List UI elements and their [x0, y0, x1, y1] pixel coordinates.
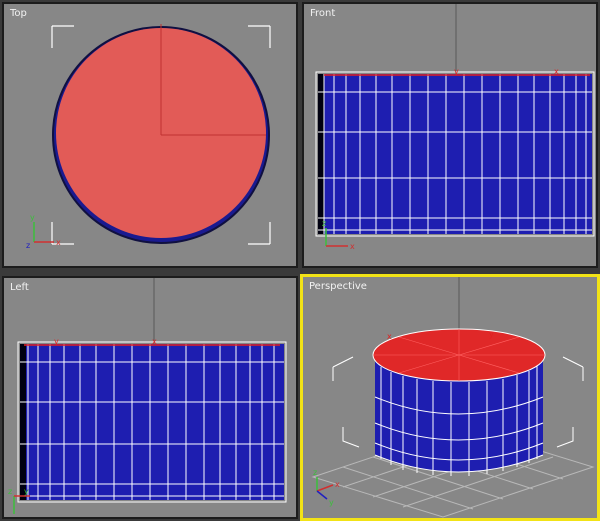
svg-text:z: z — [8, 487, 12, 496]
svg-text:x: x — [350, 242, 355, 251]
viewport-left-canvas[interactable]: x y z y — [4, 278, 298, 519]
viewport-top-canvas[interactable]: y x z — [4, 4, 298, 268]
svg-text:y: y — [489, 330, 494, 339]
axis-tripod-perspective: z x y — [313, 468, 340, 507]
svg-text:x: x — [56, 238, 61, 247]
svg-text:y: y — [24, 487, 29, 496]
axis-tripod-left: z y — [8, 487, 30, 514]
viewport-top[interactable]: Top y x z — [2, 2, 298, 268]
viewport-layout: Top y x z Front y x z x Left x y z y Per… — [0, 0, 600, 521]
viewport-left[interactable]: Left x y z y — [2, 276, 298, 519]
svg-text:z: z — [26, 241, 30, 250]
viewport-front-canvas[interactable]: y x z x — [304, 4, 598, 268]
svg-text:x: x — [554, 67, 559, 76]
svg-text:y: y — [54, 337, 59, 346]
svg-text:y: y — [30, 213, 35, 222]
svg-text:x: x — [152, 337, 157, 346]
svg-text:z: z — [322, 219, 326, 228]
svg-text:z: z — [313, 468, 317, 477]
viewport-front[interactable]: Front y x z x — [302, 2, 598, 268]
svg-text:x: x — [387, 332, 392, 341]
svg-text:y: y — [454, 67, 459, 76]
svg-text:x: x — [335, 480, 340, 489]
svg-text:y: y — [329, 498, 334, 507]
viewport-perspective-canvas[interactable]: x y z x y — [303, 277, 597, 518]
viewport-perspective[interactable]: Perspective x y z x y — [300, 274, 600, 521]
cylinder-side-mesh — [20, 344, 284, 500]
cylinder-side-mesh — [318, 74, 592, 234]
axis-tripod-top: y x z — [26, 213, 61, 250]
